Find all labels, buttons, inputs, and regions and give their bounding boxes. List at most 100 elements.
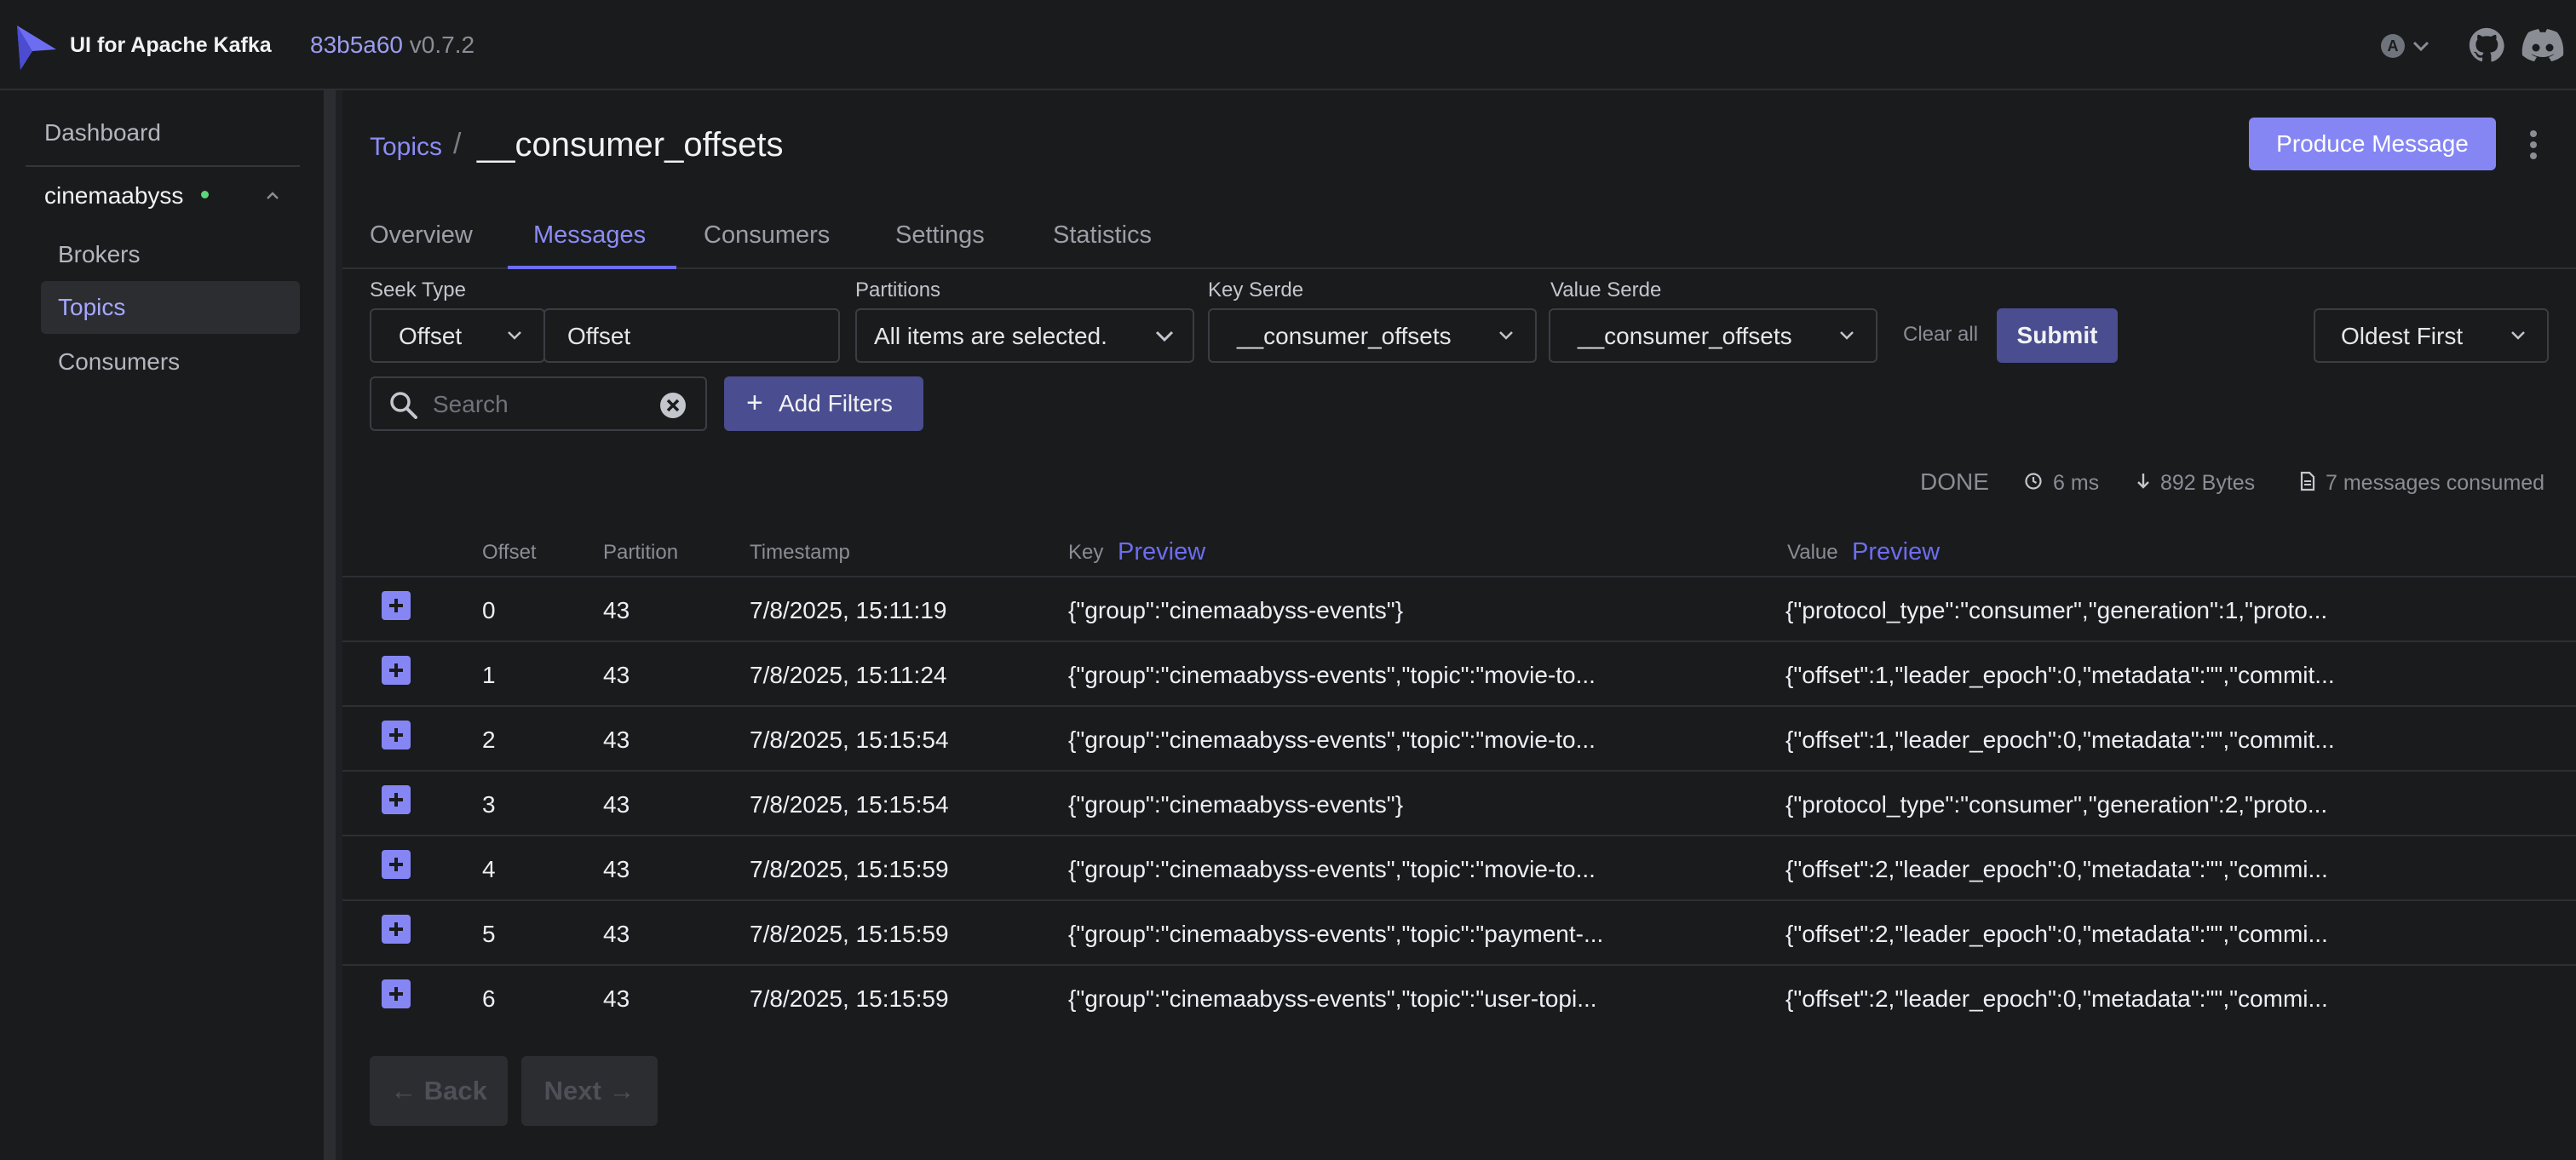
table-row[interactable]: 0 43 7/8/2025, 15:11:19 {"group":"cinema…	[342, 576, 2576, 640]
value-serde-select[interactable]: __consumer_offsets	[1549, 308, 1877, 363]
back-button[interactable]: ← Back	[370, 1056, 508, 1126]
partitions-select[interactable]: All items are selected.	[855, 308, 1194, 363]
elapsed-time: 6 ms	[2053, 471, 2100, 495]
table-row[interactable]: 3 43 7/8/2025, 15:15:54 {"group":"cinema…	[342, 770, 2576, 835]
breadcrumb-separator: /	[453, 128, 462, 160]
cell-timestamp: 7/8/2025, 15:15:59	[750, 856, 949, 882]
chevron-down-icon	[1499, 331, 1513, 340]
cell-offset: 0	[482, 597, 496, 623]
cell-key[interactable]: {"group":"cinemaabyss-events","topic":"m…	[1068, 724, 1596, 756]
expand-row-button[interactable]	[382, 656, 411, 685]
cell-key[interactable]: {"group":"cinemaabyss-events"}	[1068, 594, 1403, 627]
sidebar-scrollbar[interactable]	[324, 90, 336, 1160]
cell-key[interactable]: {"group":"cinemaabyss-events","topic":"m…	[1068, 659, 1596, 692]
produce-message-button[interactable]: Produce Message	[2249, 118, 2496, 170]
kafka-logo-icon[interactable]	[15, 24, 58, 72]
cell-offset: 4	[482, 856, 496, 882]
table-row[interactable]: 2 43 7/8/2025, 15:15:54 {"group":"cinema…	[342, 705, 2576, 770]
cell-timestamp: 7/8/2025, 15:15:54	[750, 726, 949, 753]
table-row[interactable]: 1 43 7/8/2025, 15:11:24 {"group":"cinema…	[342, 640, 2576, 705]
clear-all-button[interactable]: Clear all	[1903, 320, 1978, 349]
column-header-offset[interactable]: Offset	[482, 538, 537, 567]
key-serde-value: __consumer_offsets	[1237, 323, 1452, 349]
tab-messages[interactable]: Messages	[533, 218, 646, 252]
app-brand[interactable]: UI for Apache Kafka	[70, 29, 272, 61]
sort-order-value: Oldest First	[2341, 323, 2464, 349]
cell-offset: 3	[482, 791, 496, 818]
table-row[interactable]: 5 43 7/8/2025, 15:15:59 {"group":"cinema…	[342, 899, 2576, 964]
cell-value[interactable]: {"protocol_type":"consumer","generation"…	[1785, 789, 2327, 821]
cell-timestamp: 7/8/2025, 15:15:59	[750, 921, 949, 947]
theme-auto-icon[interactable]: A	[2378, 31, 2435, 61]
tab-settings[interactable]: Settings	[895, 218, 985, 252]
offset-input-value: Offset	[567, 323, 631, 349]
sidebar-item-dashboard[interactable]: Dashboard	[44, 116, 161, 150]
cell-key[interactable]: {"group":"cinemaabyss-events","topic":"p…	[1068, 918, 1603, 950]
cell-key[interactable]: {"group":"cinemaabyss-events"}	[1068, 789, 1403, 821]
table-row[interactable]: 4 43 7/8/2025, 15:15:59 {"group":"cinema…	[342, 835, 2576, 899]
column-header-key: Key	[1068, 541, 1104, 564]
cell-partition: 43	[603, 985, 630, 1012]
search-input[interactable]	[433, 388, 654, 421]
cell-timestamp: 7/8/2025, 15:15:54	[750, 791, 949, 818]
cell-key[interactable]: {"group":"cinemaabyss-events","topic":"m…	[1068, 853, 1596, 886]
sidebar-item-brokers[interactable]: Brokers	[41, 228, 300, 281]
version-hash[interactable]: 83b5a60	[310, 32, 403, 58]
chevron-down-icon	[2511, 331, 2525, 340]
tab-statistics[interactable]: Statistics	[1053, 218, 1152, 252]
clear-search-icon[interactable]	[659, 392, 687, 419]
seek-type-label: Seek Type	[370, 279, 466, 301]
cell-value[interactable]: {"offset":2,"leader_epoch":0,"metadata":…	[1785, 853, 2328, 886]
sidebar-cluster-name[interactable]: cinemaabyss	[44, 179, 183, 213]
cell-value[interactable]: {"offset":2,"leader_epoch":0,"metadata":…	[1785, 983, 2328, 1015]
sidebar-item-topics[interactable]: Topics	[41, 281, 300, 334]
cell-timestamp: 7/8/2025, 15:11:24	[750, 662, 947, 688]
expand-row-button[interactable]	[382, 915, 411, 944]
cell-value[interactable]: {"protocol_type":"consumer","generation"…	[1785, 594, 2327, 627]
cell-partition: 43	[603, 662, 630, 688]
submit-button[interactable]: Submit	[1997, 308, 2118, 363]
cell-value[interactable]: {"offset":1,"leader_epoch":0,"metadata":…	[1785, 724, 2335, 756]
key-serde-select[interactable]: __consumer_offsets	[1208, 308, 1537, 363]
offset-input[interactable]: Offset	[543, 308, 840, 363]
seek-type-select[interactable]: Offset	[370, 308, 545, 363]
cell-value[interactable]: {"offset":2,"leader_epoch":0,"metadata":…	[1785, 918, 2328, 950]
value-serde-value: __consumer_offsets	[1578, 323, 1792, 349]
github-icon[interactable]	[2469, 27, 2504, 63]
add-filters-button[interactable]: + Add Filters	[724, 376, 923, 431]
discord-icon[interactable]	[2521, 29, 2564, 63]
search-box[interactable]	[370, 376, 707, 431]
chevron-up-icon[interactable]	[264, 189, 281, 203]
cell-key[interactable]: {"group":"cinemaabyss-events","topic":"u…	[1068, 983, 1597, 1015]
expand-row-button[interactable]	[382, 979, 411, 1008]
value-preview-button[interactable]: Preview	[1852, 535, 1940, 569]
add-filters-label: Add Filters	[779, 390, 893, 416]
cell-partition: 43	[603, 791, 630, 818]
cell-timestamp: 7/8/2025, 15:11:19	[750, 597, 947, 623]
tab-consumers[interactable]: Consumers	[704, 218, 830, 252]
cell-offset: 2	[482, 726, 496, 753]
next-button[interactable]: Next →	[521, 1056, 658, 1126]
cell-value[interactable]: {"offset":1,"leader_epoch":0,"metadata":…	[1785, 659, 2335, 692]
sort-order-select[interactable]: Oldest First	[2314, 308, 2549, 363]
sidebar-item-label: Brokers	[58, 241, 141, 267]
expand-row-button[interactable]	[382, 591, 411, 620]
app-version[interactable]: 83b5a60 v0.7.2	[310, 29, 474, 61]
arrow-down-icon	[2137, 474, 2149, 489]
column-header-partition[interactable]: Partition	[603, 538, 678, 567]
expand-row-button[interactable]	[382, 721, 411, 749]
cell-partition: 43	[603, 921, 630, 947]
expand-row-button[interactable]	[382, 785, 411, 814]
column-header-timestamp[interactable]: Timestamp	[750, 538, 850, 567]
bytes-consumed: 892 Bytes	[2160, 471, 2256, 495]
plus-icon: +	[746, 387, 763, 419]
sidebar-item-consumers[interactable]: Consumers	[41, 336, 300, 388]
table-row[interactable]: 6 43 7/8/2025, 15:15:59 {"group":"cinema…	[342, 964, 2576, 1029]
expand-row-button[interactable]	[382, 850, 411, 879]
breadcrumb-topics-link[interactable]: Topics	[370, 129, 442, 165]
cluster-status-dot	[201, 191, 209, 198]
key-preview-button[interactable]: Preview	[1118, 535, 1205, 569]
clock-icon	[2025, 473, 2042, 490]
more-options-icon[interactable]	[2523, 128, 2544, 162]
tab-overview[interactable]: Overview	[370, 218, 473, 252]
